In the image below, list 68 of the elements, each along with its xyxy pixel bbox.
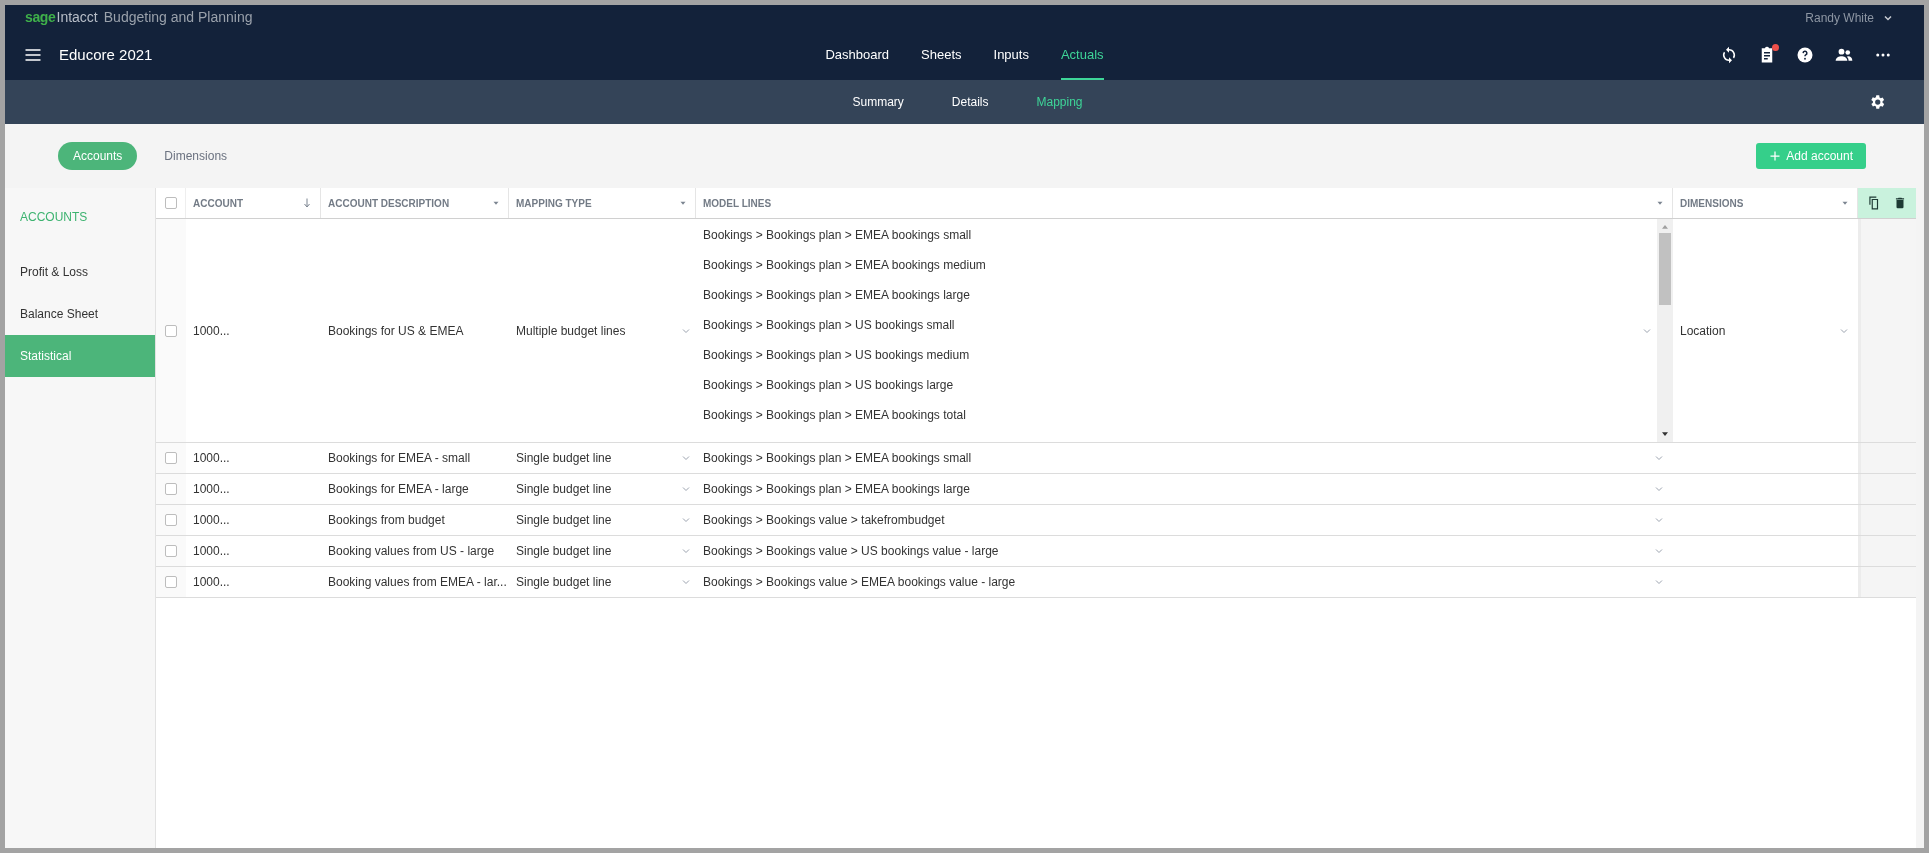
- brand-logo: sage: [25, 8, 56, 27]
- sub-tab[interactable]: Mapping: [1036, 93, 1083, 111]
- model-line-option[interactable]: Bookings > Bookings plan > EMEA bookings small: [703, 220, 986, 250]
- nav-tab[interactable]: Inputs: [993, 30, 1029, 80]
- copy-icon[interactable]: [1867, 196, 1881, 210]
- table-cell-text: 1000...: [193, 322, 230, 340]
- table-cell-text: 1000...: [193, 481, 230, 498]
- checkbox[interactable]: [165, 452, 177, 464]
- user-menu[interactable]: Randy White: [1805, 8, 1894, 27]
- table-cell-text: Bookings for EMEA - small: [328, 450, 471, 467]
- checkbox[interactable]: [165, 576, 177, 588]
- model-line-dropdown[interactable]: Bookings > Bookings value > takefrombudget: [696, 505, 1673, 535]
- sidebar-item[interactable]: Balance Sheet: [5, 293, 155, 335]
- table-cell-text: 1000...: [193, 543, 230, 560]
- product-name: Intacct: [56, 8, 98, 27]
- checkbox[interactable]: [164, 197, 177, 209]
- column-header: ACCOUNT DESCRIPTION: [328, 196, 450, 211]
- table-cell-text: 1000...: [193, 574, 230, 591]
- table-cell-text: Booking values from US - large: [328, 543, 495, 560]
- model-line-option[interactable]: Bookings > Bookings plan > EMEA bookings large: [703, 280, 986, 310]
- model-line-dropdown[interactable]: Bookings > Bookings plan > EMEA bookings small: [696, 443, 1673, 473]
- mapping-type-dropdown[interactable]: Multiple budget lines: [509, 219, 696, 442]
- table-cell-text: 1000...: [193, 512, 230, 529]
- mapping-type-dropdown[interactable]: Single budget line: [509, 443, 696, 473]
- sub-tab[interactable]: Summary: [852, 93, 904, 111]
- column-header: MAPPING TYPE: [516, 196, 592, 211]
- table-cell-text: Bookings for US & EMEA: [328, 322, 464, 340]
- plus-icon: [1769, 150, 1782, 162]
- scroll-down-icon: [1661, 430, 1669, 438]
- dimensions-dropdown[interactable]: Location: [1673, 219, 1858, 442]
- scrollbar-thumb: [1659, 233, 1671, 305]
- table-cell-text: Booking values from EMEA - lar...: [328, 574, 507, 591]
- mapping-type-dropdown[interactable]: Single budget line: [509, 567, 696, 597]
- help-icon[interactable]: [1796, 46, 1814, 64]
- nav-tab[interactable]: Dashboard: [825, 30, 890, 80]
- model-line-dropdown[interactable]: Bookings > Bookings value > EMEA bookings value - large: [696, 567, 1673, 597]
- model-line-option[interactable]: Bookings > Bookings plan > US bookings large: [703, 370, 986, 400]
- column-header: ACCOUNT: [193, 196, 243, 211]
- model-line-option[interactable]: Bookings > Bookings plan > EMEA bookings medium: [703, 250, 986, 280]
- sidebar-item[interactable]: Profit & Loss: [5, 251, 155, 293]
- mapping-type-dropdown[interactable]: Single budget line: [509, 474, 696, 504]
- scroll-up-icon: [1661, 223, 1669, 231]
- view-tab[interactable]: Dimensions: [149, 142, 243, 170]
- checkbox[interactable]: [165, 545, 177, 557]
- table-cell-text: Bookings from budget: [328, 512, 445, 529]
- nav-tab[interactable]: Sheets: [921, 30, 962, 80]
- checkbox[interactable]: [165, 324, 177, 337]
- model-line-option[interactable]: Bookings > Bookings plan > US bookings small: [703, 310, 986, 340]
- checkbox[interactable]: [165, 483, 177, 495]
- sync-icon[interactable]: [1720, 46, 1738, 64]
- checkbox[interactable]: [165, 514, 177, 526]
- sort-down-icon[interactable]: [301, 197, 313, 209]
- column-header: DIMENSIONS: [1680, 196, 1744, 211]
- model-line-option[interactable]: Bookings > Bookings plan > EMEA bookings total: [703, 400, 986, 430]
- sidebar-heading: ACCOUNTS: [19, 209, 89, 226]
- delete-icon[interactable]: [1893, 196, 1907, 210]
- model-line-dropdown[interactable]: Bookings > Bookings value > US bookings value - large: [696, 536, 1673, 566]
- column-header: MODEL LINES: [703, 196, 772, 211]
- scrollbar[interactable]: [1657, 219, 1673, 442]
- model-line-dropdown[interactable]: Bookings > Bookings plan > EMEA bookings large: [696, 474, 1673, 504]
- mapping-type-dropdown[interactable]: Single budget line: [509, 505, 696, 535]
- sub-tab[interactable]: Details: [951, 93, 989, 111]
- app-title: Educore 2021: [59, 44, 153, 65]
- mapping-type-dropdown[interactable]: Single budget line: [509, 536, 696, 566]
- model-line-option[interactable]: Bookings > Bookings plan > US bookings medium: [703, 340, 986, 370]
- table-cell-text: 1000...: [193, 450, 230, 467]
- app-subtitle: Budgeting and Planning: [103, 8, 253, 27]
- table-cell-text: Bookings for EMEA - large: [328, 481, 469, 498]
